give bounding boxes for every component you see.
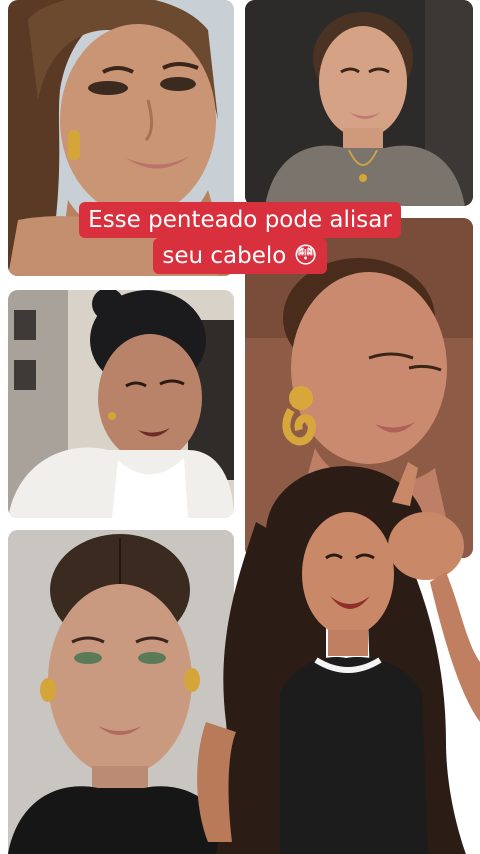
video-frame[interactable]: Esse penteado pode alisar seu cabelo 😳 xyxy=(0,0,480,854)
creator-overlay xyxy=(196,462,480,854)
video-caption: Esse penteado pode alisar seu cabelo 😳 xyxy=(0,202,480,274)
caption-line-1: Esse penteado pode alisar xyxy=(79,202,401,238)
photo-tile-slicked-bun-gray-top xyxy=(245,0,473,206)
caption-line-2: seu cabelo 😳 xyxy=(153,238,327,274)
